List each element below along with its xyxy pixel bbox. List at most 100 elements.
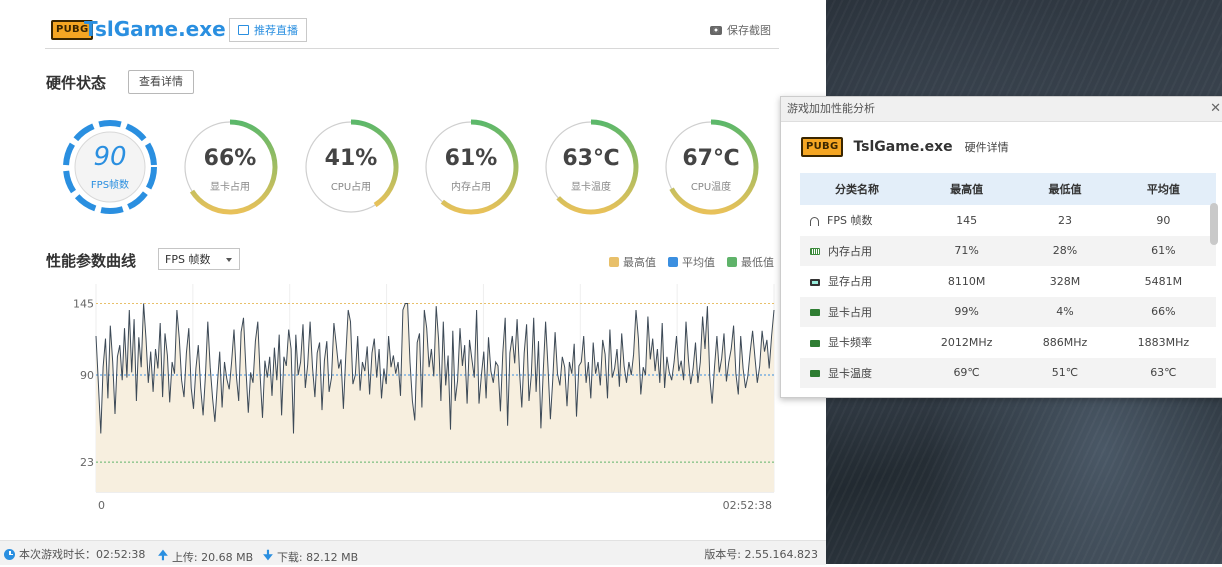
popup-scrollbar[interactable]	[1210, 203, 1218, 245]
gauge-label: 显卡温度	[571, 182, 611, 193]
gauge-value: 61%	[444, 146, 498, 171]
gauge-label: CPU温度	[690, 182, 732, 193]
table-cell-max: 99%	[914, 296, 1020, 327]
gauge: 41% CPU占用	[302, 118, 400, 216]
table-cell-name: 显卡温度	[800, 357, 914, 388]
gauge-label: 显卡占用	[210, 182, 250, 193]
tv-icon	[238, 25, 249, 35]
gauge-value: 67℃	[682, 146, 740, 171]
gauge: 90 FPS帧数	[61, 118, 159, 216]
row-name: FPS 帧数	[827, 214, 873, 228]
x-tick-label: 02:52:38	[723, 499, 772, 512]
table-cell-min: 886MHz	[1042, 335, 1088, 349]
row-name: 显卡频率	[828, 336, 872, 350]
table-cell-avg: 66%	[1110, 296, 1216, 327]
legend-label: 平均值	[682, 256, 715, 269]
table-cell-avg: 1883MHz	[1137, 335, 1190, 349]
table-cell-max: 8110M	[947, 274, 986, 288]
metric-select-value: FPS 帧数	[165, 253, 211, 266]
gpu-icon	[810, 339, 820, 347]
table-cell-avg: 63℃	[1110, 357, 1216, 388]
table-cell-avg: 5481M	[1144, 274, 1183, 288]
table-row: FPS 帧数 145 23 90	[800, 205, 1216, 236]
table-cell-min: 23	[1057, 213, 1072, 227]
legend-swatch	[668, 257, 678, 267]
table-header-row: 分类名称 最高值 最低值 平均值	[800, 173, 1216, 205]
column-header: 最低值	[1019, 173, 1111, 205]
save-screenshot-button[interactable]: 保存截图	[710, 22, 771, 38]
table-cell-max: 69℃	[914, 357, 1020, 388]
vmem-icon	[810, 278, 820, 286]
chart-legend: 最高值 平均值 最低值	[609, 254, 774, 270]
legend-item: 最高值	[609, 254, 656, 270]
table-row: 显卡频率 2012MHz 886MHz 1883MHz	[800, 327, 1216, 358]
table-row: 显卡温度 69℃ 51℃ 63℃	[800, 357, 1216, 388]
chevron-down-icon	[226, 258, 232, 262]
table-cell-name: FPS 帧数	[800, 205, 914, 236]
upload-text: 上传: 20.68 MB	[171, 550, 254, 564]
table-cell-min: 328M	[1049, 274, 1081, 288]
table-cell-min: 51℃	[1019, 357, 1111, 388]
popup-app-subtitle: 硬件详情	[964, 141, 1009, 154]
legend-label: 最高值	[623, 256, 656, 269]
legend-label: 最低值	[741, 256, 774, 269]
table-row: 内存占用 71% 28% 61%	[800, 235, 1216, 266]
legend-item: 最低值	[727, 254, 774, 270]
save-screenshot-label: 保存截图	[727, 24, 771, 37]
download-text: 下载: 82.12 MB	[276, 550, 359, 564]
pubg-logo: PUBG	[801, 137, 844, 157]
fps-icon	[810, 216, 819, 226]
recommend-live-label: 推荐直播	[254, 24, 298, 37]
table-cell-avg: 90	[1156, 213, 1171, 227]
main-panel: PUBG TslGame.exe 推荐直播 保存截图 硬件状态 查看详情 90 F…	[0, 0, 826, 565]
legend-item: 平均值	[668, 254, 715, 270]
gauge: 67℃ CPU温度	[662, 118, 760, 216]
clock-icon	[4, 548, 15, 560]
gauge-value: 41%	[324, 146, 378, 171]
table-cell-avg: 61%	[1110, 235, 1216, 266]
duration-text: 本次游戏时长：02:52:38	[19, 548, 146, 561]
row-name: 显卡占用	[828, 305, 872, 319]
column-header: 最高值	[914, 173, 1020, 205]
table-cell-name: 显卡频率	[800, 327, 914, 358]
performance-popup: 游戏加加性能分析 ✕ PUBG TslGame.exe 硬件详情 分类名称 最高…	[780, 96, 1222, 398]
row-name: 显存占用	[828, 275, 872, 289]
column-header: 平均值	[1110, 173, 1216, 205]
popup-app-name: TslGame.exe	[853, 139, 953, 155]
table-cell-name: 显卡占用	[800, 296, 914, 327]
gpu-icon	[810, 309, 820, 317]
legend-swatch	[609, 257, 619, 267]
y-tick-label: 90	[80, 369, 94, 382]
metric-select[interactable]: FPS 帧数	[158, 248, 240, 270]
y-tick-label: 23	[80, 456, 94, 469]
gauge-label: CPU占用	[330, 182, 372, 193]
table-cell-max: 2012MHz	[940, 335, 993, 349]
table-cell-max: 145	[956, 213, 978, 227]
close-icon[interactable]: ✕	[1210, 97, 1221, 121]
header: PUBG TslGame.exe 推荐直播 保存截图	[45, 12, 779, 49]
view-details-button[interactable]: 查看详情	[128, 70, 194, 94]
table-row: 显存占用 8110M 328M 5481M	[800, 266, 1216, 297]
y-tick-label: 145	[73, 298, 94, 311]
table-cell-name: 内存占用	[800, 235, 914, 266]
gauge-value: 90	[93, 142, 127, 172]
gauge: 61% 内存占用	[422, 118, 520, 216]
gauge-value: 63℃	[562, 146, 620, 171]
status-bar: 本次游戏时长：02:52:38 🠉 上传: 20.68 MB 🠋 下载: 82.…	[0, 540, 826, 565]
row-name: 内存占用	[828, 244, 872, 258]
gauge: 66% 显卡占用	[181, 118, 279, 216]
gpu-icon	[810, 370, 820, 378]
app-title: TslGame.exe	[84, 17, 226, 41]
table-cell-min: 28%	[1019, 235, 1111, 266]
table-row: 显卡占用 99% 4% 66%	[800, 296, 1216, 327]
x-tick-label: 0	[98, 499, 105, 512]
table-cell-name: 显存占用	[800, 266, 914, 297]
legend-swatch	[727, 257, 737, 267]
recommend-live-button[interactable]: 推荐直播	[229, 18, 307, 42]
camera-icon	[710, 25, 722, 35]
fps-chart: 145 90 23 0 02:52:38	[73, 284, 775, 512]
popup-titlebar: 游戏加加性能分析 ✕	[781, 97, 1222, 122]
table-cell-min: 4%	[1019, 296, 1111, 327]
gauge-label: FPS帧数	[90, 180, 130, 191]
hardware-status-title: 硬件状态	[46, 74, 107, 92]
